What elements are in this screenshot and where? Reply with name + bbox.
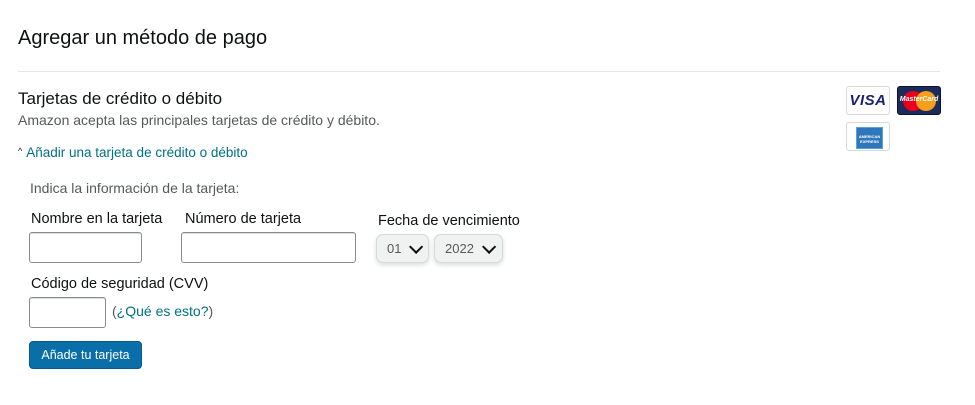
amex-logo-box: AMERICAN EXPRESS <box>856 127 883 149</box>
mastercard-logo: MasterCard <box>897 86 941 115</box>
expiry-label: Fecha de vencimiento <box>378 213 520 229</box>
visa-logo-text: VISA <box>849 92 887 109</box>
section-title: Tarjetas de crédito o débito <box>18 89 223 108</box>
card-number-label: Número de tarjeta <box>185 211 302 227</box>
chevron-down-icon <box>409 239 424 254</box>
cvv-help: (¿Qué es esto?) <box>112 303 213 319</box>
amex-logo: AMERICAN EXPRESS <box>846 122 890 151</box>
form-prompt: Indica la información de la tarjeta: <box>30 180 240 196</box>
add-card-button[interactable]: Añade tu tarjeta <box>29 341 142 369</box>
card-number-field[interactable] <box>181 232 356 263</box>
expiry-month-value: 01 <box>387 241 402 256</box>
divider <box>18 71 940 72</box>
page-title: Agregar un método de pago <box>18 27 268 49</box>
cvv-help-link[interactable]: ¿Qué es esto? <box>117 303 209 319</box>
cvv-field[interactable] <box>29 297 106 328</box>
chevron-down-icon <box>481 239 497 254</box>
cvv-label: Código de seguridad (CVV) <box>31 276 209 292</box>
expiry-month-select[interactable]: 01 <box>376 234 429 263</box>
add-card-toggle-label: Añadir una tarjeta de crédito o débito <box>26 145 248 160</box>
amex-logo-text: AMERICAN EXPRESS <box>858 134 881 144</box>
visa-logo: VISA <box>846 86 890 115</box>
caret-up-icon: ^ <box>18 145 23 156</box>
section-subtitle: Amazon acepta las principales tarjetas d… <box>18 112 380 128</box>
expiry-year-value: 2022 <box>445 241 474 256</box>
add-card-toggle[interactable]: ^ Añadir una tarjeta de crédito o débito <box>18 145 248 160</box>
mastercard-logo-text: MasterCard <box>899 96 939 103</box>
name-field[interactable] <box>29 232 142 263</box>
cvv-help-close-paren: ) <box>208 303 214 319</box>
name-label: Nombre en la tarjeta <box>31 211 163 227</box>
expiry-year-select[interactable]: 2022 <box>434 234 503 263</box>
